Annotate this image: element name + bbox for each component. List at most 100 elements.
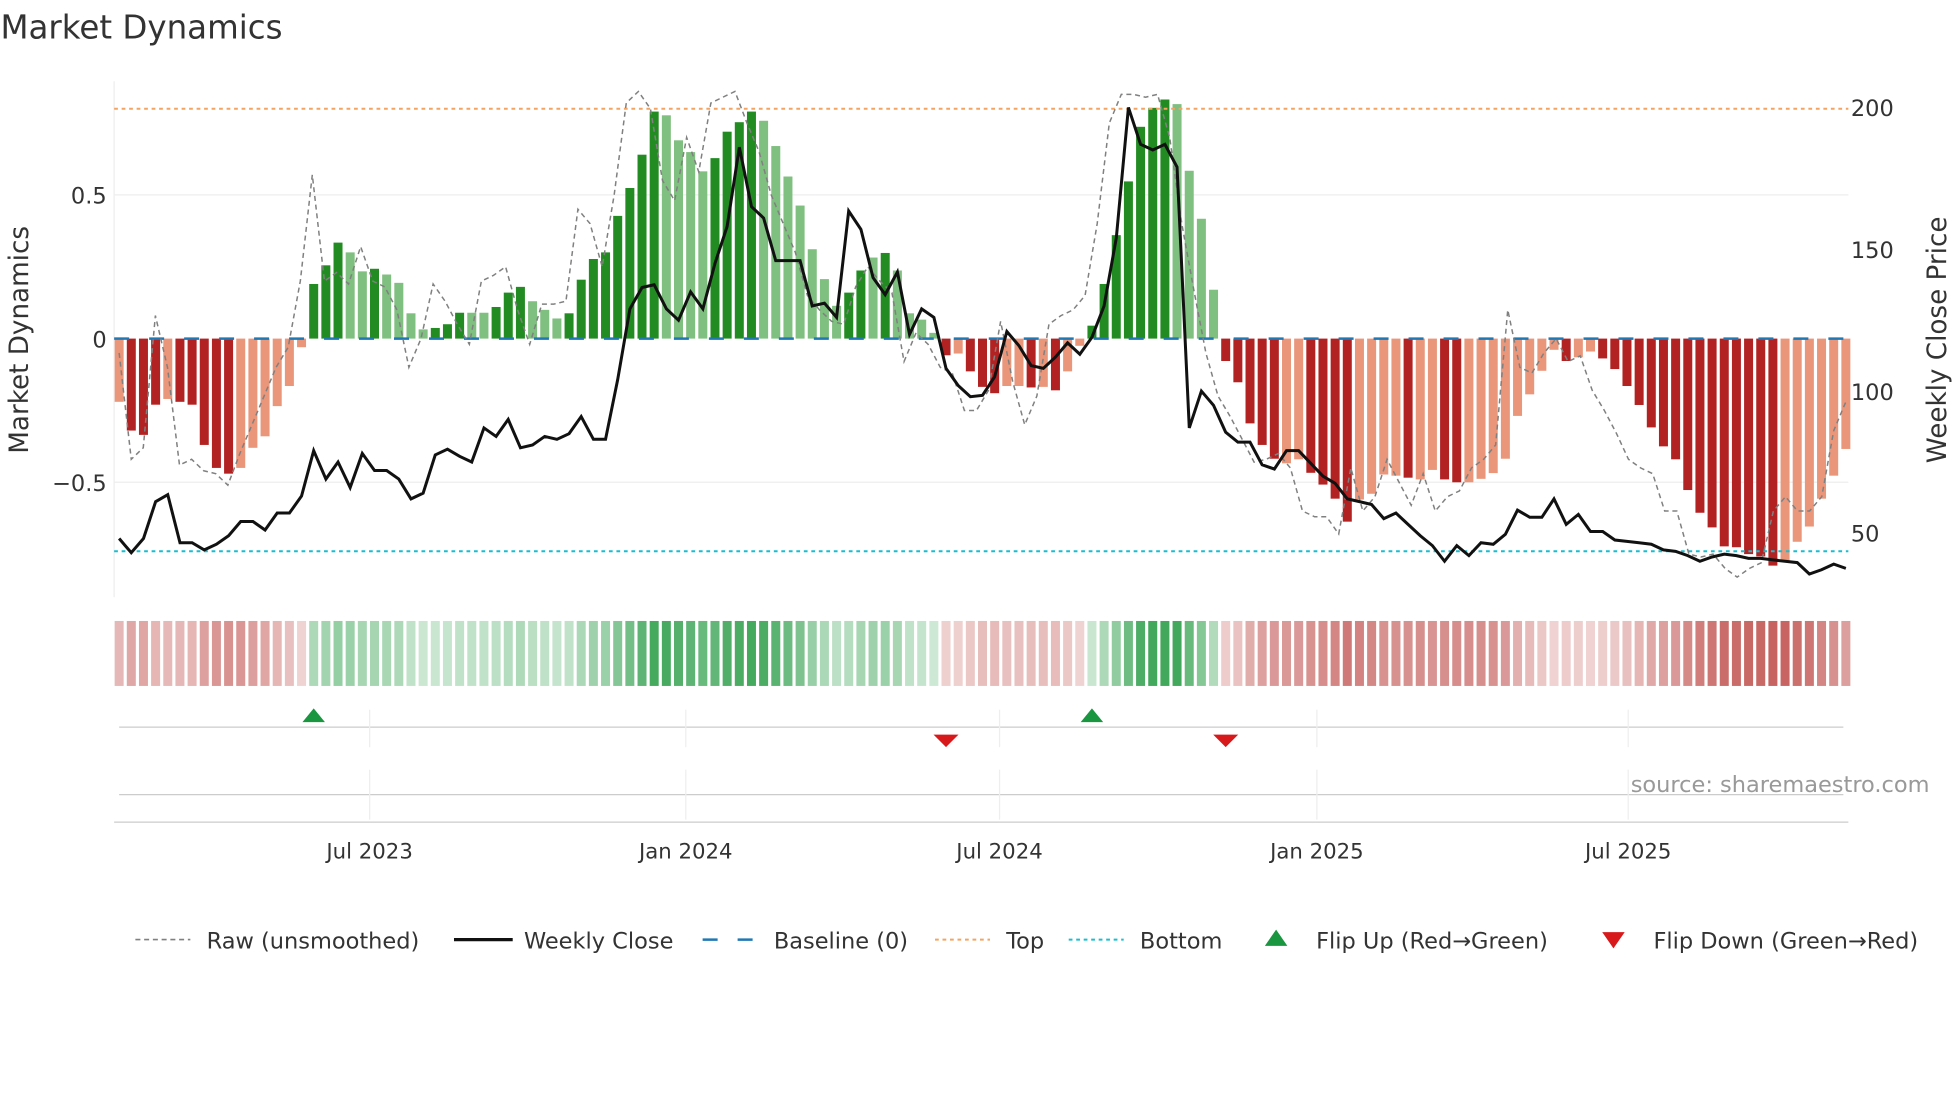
strip-cell: [783, 620, 793, 686]
dynamics-bar: [187, 338, 197, 405]
strip-cell: [1367, 620, 1377, 686]
strip-cell: [601, 620, 611, 686]
dynamics-bar: [1780, 338, 1790, 562]
strip-cell: [674, 620, 683, 686]
strip-cell: [1744, 620, 1754, 686]
strip-cell: [1245, 620, 1255, 686]
dynamics-bar: [1354, 338, 1364, 500]
dynamics-bar: [1403, 338, 1413, 478]
dynamics-bar: [1452, 338, 1462, 483]
strip-cell: [1415, 620, 1425, 686]
strip-cell: [1683, 620, 1693, 686]
strip-cell: [1063, 620, 1073, 686]
y-tick-label: −0.5: [52, 471, 107, 497]
strip-cell: [1002, 620, 1012, 686]
strip-cell: [1707, 620, 1717, 686]
flip-down-marker: [1213, 734, 1239, 748]
strip-cell: [795, 620, 805, 686]
dynamics-bar: [284, 338, 294, 387]
strip-cell: [625, 620, 635, 686]
strip-cell: [1087, 620, 1097, 686]
dynamics-bar: [1671, 338, 1681, 460]
legend-label: Flip Down (Green→Red): [1653, 928, 1918, 954]
dynamics-bar: [455, 312, 465, 339]
y-ticks: 0.5 0 −0.5: [52, 184, 107, 497]
dynamics-bar: [1683, 338, 1693, 491]
dynamics-bar: [1646, 338, 1656, 428]
legend-item-flipup: Flip Up (Red→Green): [1264, 928, 1548, 954]
strip-cell: [1038, 620, 1048, 686]
strip-cell: [905, 620, 915, 686]
dynamics-bar: [710, 158, 720, 339]
strip-cell: [479, 620, 489, 686]
strip-cell: [1817, 620, 1827, 686]
strip-cell: [1014, 620, 1024, 686]
strip-cell: [722, 620, 732, 686]
dynamics-bar: [1488, 338, 1498, 474]
dynamics-bar: [442, 324, 452, 339]
x-tick-label: Jul 2024: [954, 839, 1042, 864]
dynamics-bar: [552, 318, 562, 339]
strip-cell: [1026, 620, 1036, 686]
strip-cell: [1160, 620, 1170, 686]
strip-cell: [1622, 620, 1632, 686]
strip-cell: [1257, 620, 1267, 686]
strip-cell: [892, 620, 902, 686]
dynamics-bar: [953, 338, 963, 354]
strip-cell: [224, 620, 234, 686]
strip-cell: [491, 620, 501, 686]
strip-cell: [187, 620, 197, 686]
strip-cell: [1731, 620, 1741, 686]
strip-cell: [357, 620, 367, 686]
dynamics-bar: [1160, 99, 1170, 339]
dynamics-bar: [637, 154, 647, 339]
dynamics-bar: [540, 309, 550, 339]
dynamics-bar: [588, 258, 598, 339]
dynamics-bar: [1184, 170, 1194, 339]
strip-cell: [1768, 620, 1778, 686]
strip-cell: [880, 620, 890, 686]
strip-cell: [1294, 620, 1304, 686]
strip-cell: [1525, 620, 1535, 686]
strip-cell: [345, 620, 355, 686]
dynamics-bar: [674, 140, 683, 339]
dynamics-bar: [211, 338, 221, 468]
strip-cell: [309, 620, 319, 686]
strip-cell: [1269, 620, 1279, 686]
strip-cell: [1306, 620, 1316, 686]
strip-cell: [333, 620, 343, 686]
strip-cell: [1233, 620, 1243, 686]
strip-cell: [868, 620, 878, 686]
x-tick-label: Jul 2023: [324, 839, 412, 864]
regime-strip: [114, 620, 1851, 686]
dynamics-bar: [1075, 338, 1085, 346]
strip-cell: [1573, 620, 1583, 686]
strip-cell: [1500, 620, 1510, 686]
dynamics-bar: [783, 176, 793, 339]
dynamics-bar: [126, 338, 136, 431]
strip-cell: [455, 620, 465, 686]
strip-cell: [1099, 620, 1109, 686]
legend-item-bottom: Bottom: [1068, 928, 1222, 954]
dynamics-bar: [1756, 338, 1766, 557]
strip-cell: [260, 620, 270, 686]
dynamics-bar: [503, 292, 513, 339]
y2-axis-label: Weekly Close Price: [1923, 217, 1953, 464]
strip-cell: [467, 620, 477, 686]
strip-cell: [990, 620, 1000, 686]
strip-cell: [1172, 620, 1182, 686]
strip-cell: [1136, 620, 1146, 686]
strip-cell: [1610, 620, 1620, 686]
dynamics-bar: [114, 338, 124, 402]
strip-cell: [284, 620, 294, 686]
dynamics-bar: [1707, 338, 1717, 528]
strip-cell: [1342, 620, 1352, 686]
dynamics-bar: [1379, 338, 1389, 475]
strip-cell: [1488, 620, 1498, 686]
strip-cell: [1476, 620, 1486, 686]
chart-title: Market Dynamics: [0, 9, 282, 47]
flip-up-legend-icon: [1264, 929, 1288, 946]
strip-cell: [832, 620, 842, 686]
dynamics-bar: [309, 283, 319, 339]
strip-cell: [138, 620, 148, 686]
